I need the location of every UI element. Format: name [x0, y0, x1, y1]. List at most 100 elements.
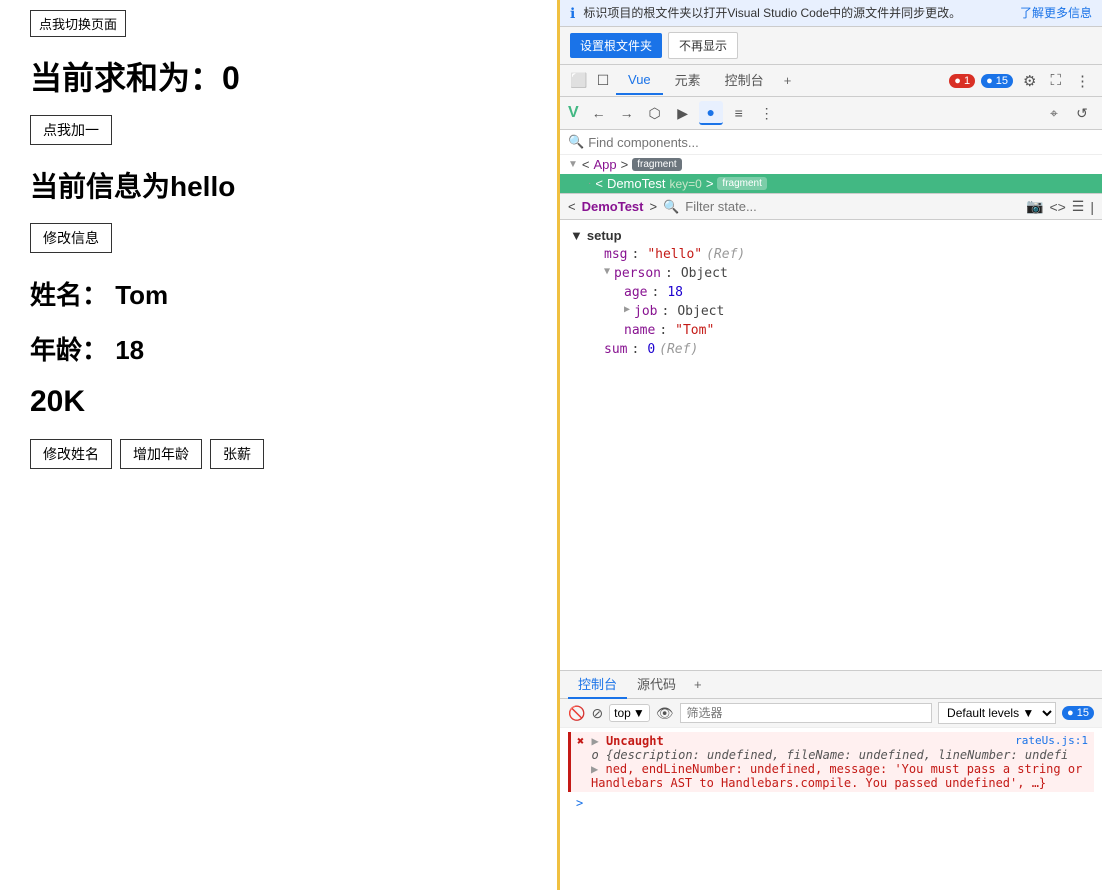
app-arrow: ▼	[568, 159, 578, 170]
top-label: top	[614, 706, 631, 720]
screen-cast-icon[interactable]: ⬜	[568, 70, 590, 92]
job-expand-arrow[interactable]: ▶	[624, 304, 630, 315]
filter-state-input[interactable]	[685, 199, 1020, 214]
component-inspector-icon[interactable]: ●	[699, 101, 723, 125]
tab-elements[interactable]: 元素	[663, 64, 713, 97]
tab-console[interactable]: 控制台	[713, 64, 776, 97]
state-age-row: age: 18	[560, 283, 1102, 302]
tab-vue[interactable]: Vue	[616, 66, 663, 95]
error-object: o {description: undefined, fileName: und…	[577, 748, 1088, 762]
layers-icon[interactable]: ⬡	[643, 101, 667, 125]
demo-arrow: ·	[588, 178, 591, 189]
filter-icon[interactable]: ⊘	[591, 705, 603, 722]
list-icon[interactable]: ☰	[1072, 198, 1085, 215]
console-arrow-btn[interactable]: >	[568, 794, 1094, 812]
no-show-button[interactable]: 不再显示	[668, 32, 738, 59]
target-icon[interactable]: ⌖	[1042, 101, 1066, 125]
clear-console-icon[interactable]: 🚫	[568, 705, 585, 722]
console-badge: ● 15	[1062, 706, 1094, 720]
dock-icon[interactable]: ⛶	[1046, 70, 1065, 91]
console-filter-input[interactable]	[680, 703, 933, 723]
state-job-row: ▶ job: Object	[560, 302, 1102, 321]
back-button[interactable]: ←	[587, 101, 611, 125]
left-panel: 点我切换页面 当前求和为：0 点我加一 当前信息为hello 修改信息 姓名： …	[0, 0, 560, 890]
devtools-action-bar: 设置根文件夹 不再显示	[560, 27, 1102, 65]
log-level-select[interactable]: Default levels ▼	[938, 702, 1056, 724]
modify-info-button[interactable]: 修改信息	[30, 223, 112, 253]
add-one-button[interactable]: 点我加一	[30, 115, 112, 145]
grid-icon[interactable]: ≡	[727, 101, 751, 125]
action-buttons: 修改姓名 增加年龄 张薪	[30, 439, 527, 469]
app-badge: fragment	[632, 158, 681, 171]
setup-folder-button[interactable]: 设置根文件夹	[570, 33, 662, 58]
tree-expand-icon[interactable]: ▶	[671, 101, 695, 125]
inspector-panel: <DemoTest> 🔍 📷 <> ☰ | ▼ setup msg: "hell…	[560, 194, 1102, 890]
settings-icon[interactable]: ⚙	[1019, 70, 1040, 92]
demo-badge: fragment	[717, 177, 766, 190]
tab-add-button[interactable]: +	[776, 69, 800, 92]
component-search-input[interactable]	[588, 135, 1094, 150]
increase-age-button[interactable]: 增加年龄	[120, 439, 202, 469]
eye-icon[interactable]: 👁	[656, 705, 674, 722]
demo-test-tree-item[interactable]: · <DemoTest key=0 > fragment	[560, 174, 1102, 193]
state-sum-row: sum: 0 (Ref)	[560, 340, 1102, 359]
search-icon: 🔍	[568, 134, 584, 150]
app-tag: App	[594, 157, 617, 172]
warning-badge: ● 15	[981, 74, 1013, 88]
devtools-right-icons: ● 1 ● 15 ⚙ ⛶ ⋮	[949, 70, 1094, 92]
devtools-tabs: ⬜ ☐ Vue 元素 控制台 + ● 1 ● 15 ⚙ ⛶ ⋮	[560, 65, 1102, 97]
learn-more-link[interactable]: 了解更多信息	[1020, 4, 1092, 21]
app-tree-item[interactable]: ▼ <App> fragment	[560, 155, 1102, 174]
demo-tag: DemoTest	[607, 176, 666, 191]
demo-key: key=0	[669, 177, 701, 191]
component-search-bar: 🔍	[560, 130, 1102, 155]
code-icon[interactable]: <>	[1049, 199, 1065, 215]
setup-arrow: ▼	[570, 228, 583, 243]
salary-display: 20K	[30, 385, 527, 419]
error-expand-arrow[interactable]: ▶	[591, 734, 598, 748]
sum-display: 当前求和为：0	[30, 53, 527, 99]
inspector-comp-name: DemoTest	[582, 199, 644, 214]
console-panel: 控制台 源代码 + 🚫 ⊘ top ▼ 👁 Default levels ▼ ●…	[560, 670, 1102, 890]
tab-source-bottom[interactable]: 源代码	[627, 670, 686, 699]
console-error-entry: rateUs.js:1 ✖ ▶ Uncaught o {description:…	[568, 732, 1094, 792]
tab-add-bottom[interactable]: +	[686, 673, 710, 696]
state-name-row: name: "Tom"	[560, 321, 1102, 340]
devtools-panel: ℹ 标识项目的根文件夹以打开Visual Studio Code中的源文件并同步…	[560, 0, 1102, 890]
name-display: 姓名： Tom	[30, 275, 527, 312]
forward-button[interactable]: →	[615, 101, 639, 125]
scroll-icon[interactable]: |	[1090, 199, 1094, 215]
age-display: 年龄： 18	[30, 330, 527, 367]
info-bar-text: 标识项目的根文件夹以打开Visual Studio Code中的源文件并同步更改…	[583, 4, 1012, 21]
console-tabs: 控制台 源代码 +	[560, 671, 1102, 699]
switch-page-button[interactable]: 点我切换页面	[30, 10, 126, 37]
refresh-icon[interactable]: ↺	[1070, 101, 1094, 125]
camera-icon[interactable]: 📷	[1026, 198, 1043, 215]
error-detail1: ▶ ned, endLineNumber: undefined, message…	[591, 762, 1088, 776]
more-icon[interactable]: ⋮	[1071, 70, 1094, 92]
state-msg-row: msg: "hello" (Ref)	[560, 245, 1102, 264]
modify-name-button[interactable]: 修改姓名	[30, 439, 112, 469]
inspector-search-icon[interactable]: 🔍	[663, 199, 679, 215]
error-icon: ✖	[577, 734, 584, 748]
info-bar: ℹ 标识项目的根文件夹以打开Visual Studio Code中的源文件并同步…	[560, 0, 1102, 27]
person-expand-arrow[interactable]: ▼	[604, 266, 610, 277]
component-tree: 🔍 ▼ <App> fragment · <DemoTest key=0 > f…	[560, 130, 1102, 194]
msg-display: 当前信息为hello	[30, 165, 527, 205]
inspector-header-icons: 📷 <> ☰ |	[1026, 198, 1094, 215]
top-dropdown-icon: ▼	[633, 706, 645, 720]
raise-salary-button[interactable]: 张薪	[210, 439, 264, 469]
state-panel: ▼ setup msg: "hello" (Ref) ▼ person: Obj…	[560, 220, 1102, 670]
setup-section-title: ▼ setup	[560, 226, 1102, 245]
vue-toolbar-right: ⌖ ↺	[1042, 101, 1094, 125]
device-icon[interactable]: ☐	[592, 70, 614, 92]
error-title: Uncaught	[606, 734, 664, 748]
expand-icon[interactable]: ⋮	[755, 101, 779, 125]
top-context-selector[interactable]: top ▼	[609, 704, 650, 722]
vue-logo: V	[568, 104, 579, 122]
error-source-link[interactable]: rateUs.js:1	[1015, 734, 1088, 747]
tab-console-bottom[interactable]: 控制台	[568, 670, 627, 699]
console-toolbar: 🚫 ⊘ top ▼ 👁 Default levels ▼ ● 15	[560, 699, 1102, 728]
info-icon: ℹ	[570, 5, 575, 22]
inspector-header: <DemoTest> 🔍 📷 <> ☰ |	[560, 194, 1102, 220]
